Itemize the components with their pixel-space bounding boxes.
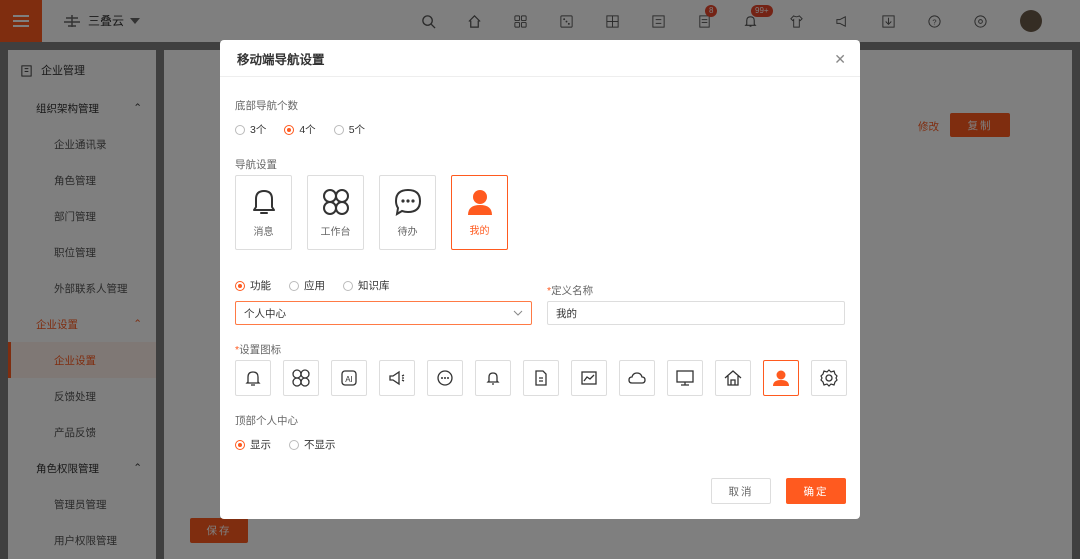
bell-icon — [252, 190, 275, 214]
radio-circle-checked — [235, 280, 245, 291]
user-icon — [773, 370, 789, 386]
radio-count-3[interactable]: 3个 — [235, 122, 266, 137]
chat-icon — [437, 370, 453, 386]
icon-option-cloud[interactable] — [619, 360, 655, 396]
nav-card-label: 工作台 — [320, 227, 351, 238]
radio-label: 5个 — [348, 124, 366, 136]
radio-label: 不显示 — [304, 439, 336, 451]
icon-option-settings[interactable] — [811, 360, 847, 396]
radio-show[interactable]: 显示 — [235, 437, 271, 452]
radio-label: 应用 — [304, 280, 325, 292]
icon-option-chart[interactable] — [571, 360, 607, 396]
bell-small-icon — [486, 372, 500, 385]
radio-type-app[interactable]: 应用 — [289, 278, 325, 293]
chat-icon — [394, 188, 421, 216]
radio-type-knowledge[interactable]: 知识库 — [343, 278, 390, 293]
nav-settings-dialog: 移动端导航设置 ✕ 底部导航个数 3个 4个 5个 导航设置 消息 工作台 待办… — [220, 40, 860, 519]
megaphone-icon — [389, 370, 405, 386]
custom-name-input[interactable]: 我的 — [547, 301, 845, 325]
custom-name-label: *定义名称 — [547, 285, 594, 297]
radio-circle — [343, 280, 353, 291]
top-center-label: 顶部个人中心 — [235, 415, 298, 427]
chevron-down-icon — [513, 310, 523, 316]
custom-name-value: 我的 — [556, 307, 577, 320]
radio-count-5[interactable]: 5个 — [333, 122, 366, 137]
icon-option-document[interactable] — [523, 360, 559, 396]
settings-icon — [820, 369, 838, 387]
icon-option-home[interactable] — [715, 360, 751, 396]
radio-hide[interactable]: 不显示 — [289, 437, 336, 452]
svg-text:AI: AI — [345, 375, 353, 384]
nav-card-mine[interactable]: 我的 — [451, 175, 508, 250]
radio-label: 4个 — [299, 124, 316, 136]
nav-count-radio-group: 3个 4个 5个 — [235, 122, 365, 137]
icon-option-apps[interactable] — [283, 360, 319, 396]
radio-circle — [289, 439, 299, 450]
nav-card-messages[interactable]: 消息 — [235, 175, 292, 250]
radio-circle — [289, 280, 299, 291]
function-select[interactable]: 个人中心 — [235, 301, 532, 325]
monitor-icon — [676, 370, 694, 386]
nav-card-todo[interactable]: 待办 — [379, 175, 436, 250]
ai-icon: AI — [341, 370, 357, 386]
document-icon — [535, 370, 547, 386]
chart-icon — [581, 371, 597, 385]
radio-circle-checked — [235, 439, 245, 450]
user-icon — [467, 190, 492, 215]
nav-card-workbench[interactable]: 工作台 — [307, 175, 364, 250]
radio-circle-checked — [284, 124, 295, 135]
radio-label: 功能 — [250, 280, 271, 292]
nav-card-label: 待办 — [397, 227, 418, 238]
radio-count-4[interactable]: 4个 — [284, 122, 316, 137]
radio-label: 知识库 — [358, 280, 390, 292]
top-center-radio-group: 显示 不显示 — [235, 437, 336, 452]
confirm-button[interactable]: 确定 — [786, 478, 846, 504]
nav-card-label: 我的 — [469, 226, 490, 237]
radio-circle — [235, 124, 245, 135]
radio-label: 显示 — [250, 439, 271, 451]
icon-picker: AI — [235, 360, 847, 396]
bell-icon — [245, 371, 261, 386]
cloud-icon — [628, 372, 646, 384]
nav-count-label: 底部导航个数 — [235, 100, 298, 112]
radio-label: 3个 — [250, 124, 267, 136]
icon-option-ai[interactable]: AI — [331, 360, 367, 396]
icon-option-monitor[interactable] — [667, 360, 703, 396]
nav-card-list: 消息 工作台 待办 我的 — [235, 175, 508, 250]
apps-icon — [292, 369, 310, 387]
icon-setting-label: *设置图标 — [235, 344, 282, 356]
radio-type-function[interactable]: 功能 — [235, 278, 271, 293]
radio-circle — [333, 124, 344, 135]
icon-option-bell[interactable] — [235, 360, 271, 396]
apps-icon — [322, 189, 349, 215]
icon-option-chat[interactable] — [427, 360, 463, 396]
function-select-value: 个人中心 — [244, 307, 286, 320]
icon-option-user[interactable] — [763, 360, 799, 396]
close-icon[interactable]: ✕ — [834, 51, 846, 68]
home-icon — [724, 370, 742, 386]
nav-settings-label: 导航设置 — [235, 159, 277, 171]
dialog-title: 移动端导航设置 — [220, 40, 860, 77]
nav-type-radio-group: 功能 应用 知识库 — [235, 278, 390, 293]
icon-option-megaphone[interactable] — [379, 360, 415, 396]
icon-option-bell-small[interactable] — [475, 360, 511, 396]
cancel-button[interactable]: 取消 — [711, 478, 771, 504]
nav-card-label: 消息 — [253, 227, 274, 238]
